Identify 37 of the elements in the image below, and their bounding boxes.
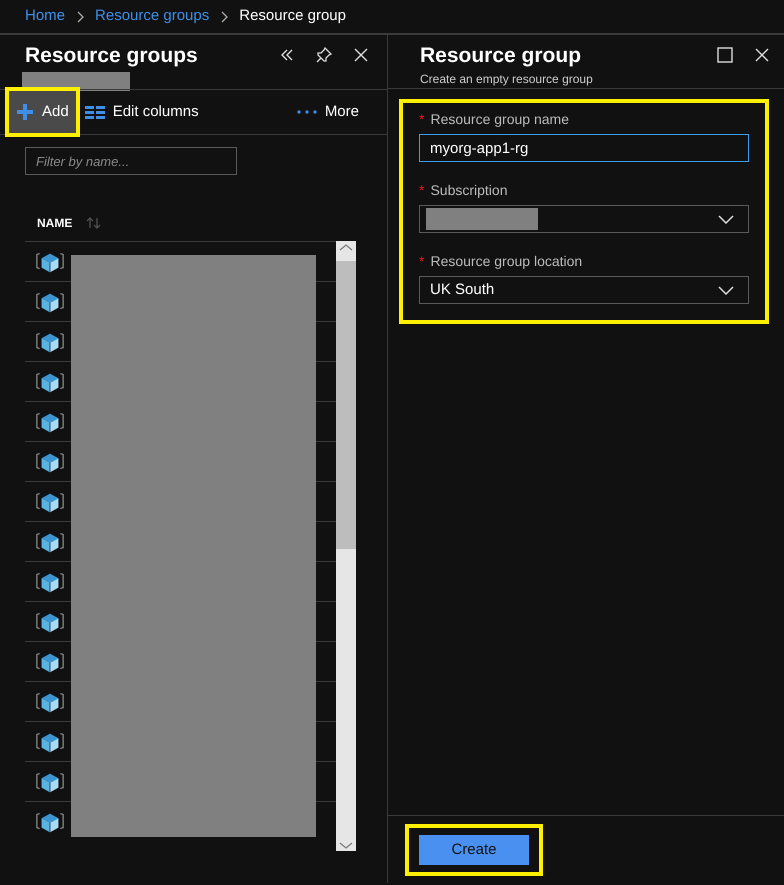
chevron-down-icon (718, 214, 734, 224)
filter-field[interactable]: Filter by name... (25, 147, 237, 175)
field-label: Subscription (430, 181, 508, 200)
required-mark: * (419, 252, 424, 271)
chevron-icon (219, 10, 230, 24)
plus-icon (16, 103, 34, 121)
breadcrumb-link[interactable]: Resource groups (95, 5, 210, 28)
dropdown[interactable] (419, 205, 749, 233)
dropdown-value: UK South (429, 280, 494, 300)
close-icon[interactable] (353, 47, 369, 63)
close-icon[interactable] (754, 47, 770, 63)
create-button[interactable]: Create (419, 835, 529, 865)
scrollbar[interactable] (336, 241, 356, 851)
scrollbar-thumb[interactable] (336, 261, 356, 549)
required-mark: * (419, 181, 424, 200)
sort-icon[interactable] (86, 216, 102, 230)
text-field[interactable]: myorg-app1-rg (419, 134, 749, 162)
panel-title: Resource group (420, 45, 582, 66)
add-button[interactable]: Add (8, 90, 77, 134)
maximize-icon[interactable] (717, 47, 733, 63)
collapse-icon[interactable] (279, 47, 295, 63)
field-label: Resource group location (430, 252, 582, 271)
chevron-icon (75, 10, 86, 24)
panel-title: Resource groups (25, 45, 199, 66)
panel-subtitle: Create an empty resource group (420, 71, 594, 88)
column-header[interactable]: NAME (37, 214, 72, 232)
breadcrumb-link[interactable]: Home (25, 5, 66, 28)
field-label: Resource group name (430, 110, 569, 129)
edit-columns-button[interactable]: Edit columns (76, 90, 207, 134)
more-icon (296, 110, 317, 114)
breadcrumb-current: Resource group (239, 6, 346, 26)
required-mark: * (419, 110, 424, 129)
pin-icon[interactable] (316, 47, 332, 63)
dropdown[interactable]: UK South (419, 276, 749, 304)
chevron-down-icon (718, 286, 734, 294)
more-button[interactable]: More (288, 90, 367, 134)
columns-icon (84, 104, 105, 120)
